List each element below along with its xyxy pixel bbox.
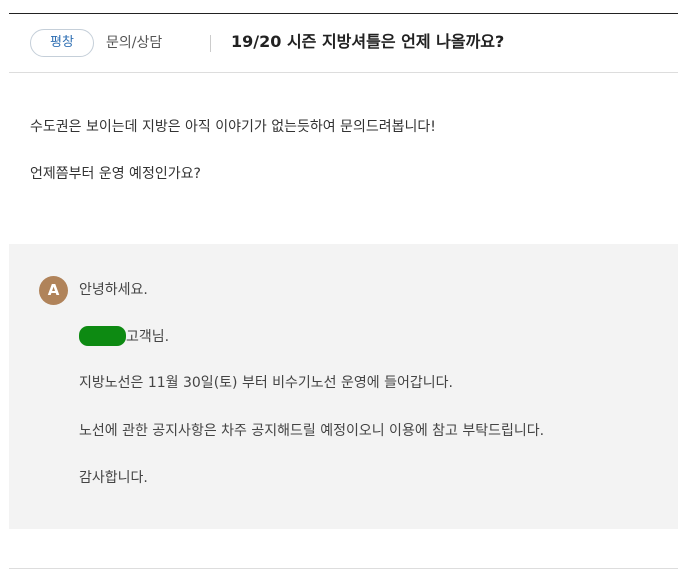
bottom-divider: [9, 568, 678, 569]
answer-line: 노선에 관한 공지사항은 차주 공지해드릴 예정이오니 이용에 참고 부탁드립니…: [79, 423, 545, 439]
answer-closing: 감사합니다.: [79, 470, 148, 486]
answer-avatar-icon: A: [39, 276, 68, 305]
qna-detail-page: 평창 문의/상담 19/20 시즌 지방셔틀은 언제 나올까요? 수도권은 보이…: [0, 0, 678, 570]
question-line: 수도권은 보이는데 지방은 아직 이야기가 없는듯하여 문의드려봅니다!: [30, 119, 436, 135]
answer-customer-line: 고객님.: [79, 326, 169, 347]
question-line: 언제쯤부터 운영 예정인가요?: [30, 166, 201, 182]
post-header: 평창 문의/상담 19/20 시즌 지방셔틀은 언제 나올까요?: [9, 14, 678, 73]
header-divider: [210, 35, 211, 52]
region-badge: 평창: [30, 29, 94, 57]
post-title: 19/20 시즌 지방셔틀은 언제 나올까요?: [231, 32, 505, 51]
customer-suffix: 고객님.: [126, 329, 170, 345]
answer-line: 지방노선은 11월 30일(토) 부터 비수기노선 운영에 들어갑니다.: [79, 375, 453, 391]
answer-greeting: 안녕하세요.: [79, 282, 148, 298]
answer-panel: A 안녕하세요. 고객님. 지방노선은 11월 30일(토) 부터 비수기노선 …: [9, 244, 678, 529]
question-body: 수도권은 보이는데 지방은 아직 이야기가 없는듯하여 문의드려봅니다! 언제쯤…: [30, 117, 436, 184]
category-label: 문의/상담: [106, 35, 163, 51]
redacted-name-mark: [79, 326, 126, 346]
